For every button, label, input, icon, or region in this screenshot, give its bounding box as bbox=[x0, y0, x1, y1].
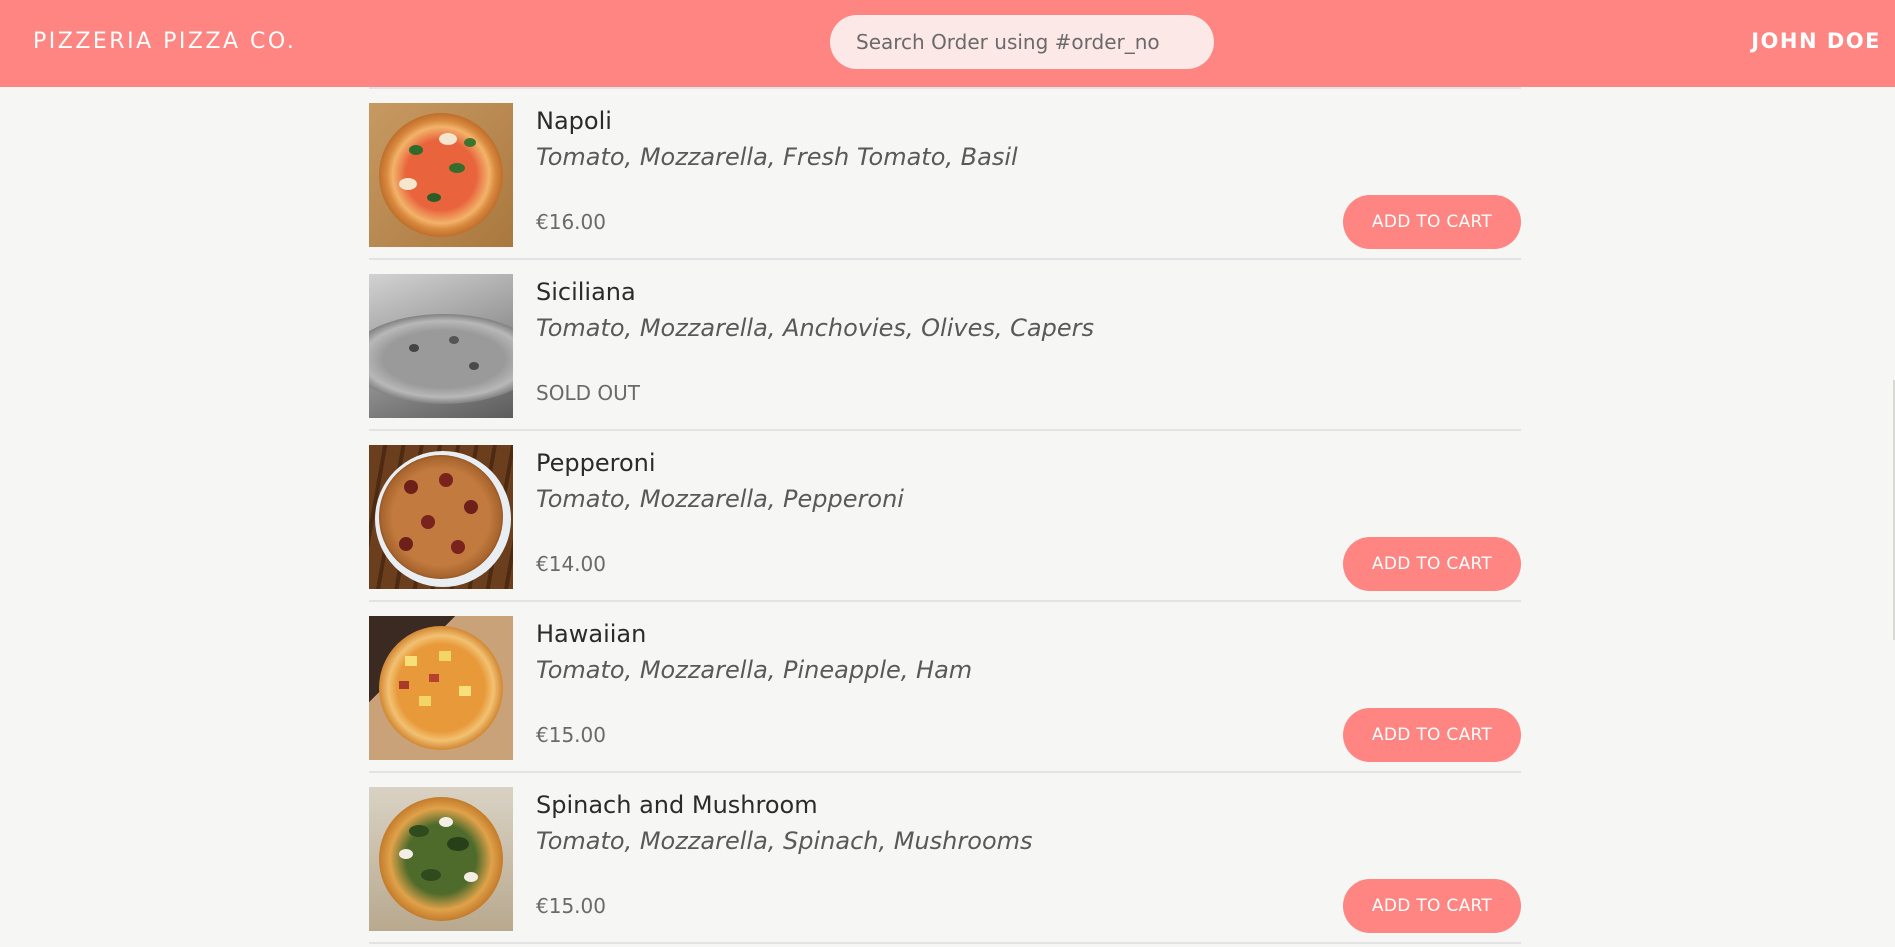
pizza-ingredients: Tomato, Mozzarella, Anchovies, Olives, C… bbox=[536, 314, 1094, 342]
pizza-name: Pepperoni bbox=[536, 449, 656, 477]
pizza-image-siciliana bbox=[369, 274, 513, 418]
menu-item-spinach-and-mushroom: Spinach and Mushroom Tomato, Mozzarella,… bbox=[369, 773, 1521, 942]
pizza-name: Siciliana bbox=[536, 278, 636, 306]
pizza-image-hawaiian bbox=[369, 616, 513, 760]
menu-item-napoli: Napoli Tomato, Mozzarella, Fresh Tomato,… bbox=[369, 89, 1521, 258]
menu-item-pepperoni: Pepperoni Tomato, Mozzarella, Pepperoni … bbox=[369, 431, 1521, 600]
sold-out-label: SOLD OUT bbox=[536, 381, 640, 405]
pizza-image-pepperoni bbox=[369, 445, 513, 589]
pizza-ingredients: Tomato, Mozzarella, Spinach, Mushrooms bbox=[536, 827, 1033, 855]
pizza-name: Spinach and Mushroom bbox=[536, 791, 818, 819]
add-to-cart-button[interactable]: ADD TO CART bbox=[1343, 708, 1521, 762]
pizza-image-spinach-mushroom bbox=[369, 787, 513, 931]
menu-item-hawaiian: Hawaiian Tomato, Mozzarella, Pineapple, … bbox=[369, 602, 1521, 771]
add-to-cart-button[interactable]: ADD TO CART bbox=[1343, 879, 1521, 933]
pizza-menu-list: Napoli Tomato, Mozzarella, Fresh Tomato,… bbox=[369, 87, 1521, 944]
top-navbar: PIZZERIA PIZZA CO. JOHN DOE bbox=[0, 0, 1895, 87]
pizza-ingredients: Tomato, Mozzarella, Fresh Tomato, Basil bbox=[536, 143, 1018, 171]
pizza-price: €16.00 bbox=[536, 210, 606, 234]
divider bbox=[369, 942, 1521, 944]
add-to-cart-button[interactable]: ADD TO CART bbox=[1343, 537, 1521, 591]
pizza-name: Hawaiian bbox=[536, 620, 647, 648]
menu-item-siciliana: Siciliana Tomato, Mozzarella, Anchovies,… bbox=[369, 260, 1521, 429]
pizza-price: €15.00 bbox=[536, 894, 606, 918]
pizza-name: Napoli bbox=[536, 107, 612, 135]
pizza-price: €14.00 bbox=[536, 552, 606, 576]
pizza-price: €15.00 bbox=[536, 723, 606, 747]
order-search-input[interactable] bbox=[854, 29, 1214, 55]
brand-logo[interactable]: PIZZERIA PIZZA CO. bbox=[33, 29, 296, 54]
pizza-ingredients: Tomato, Mozzarella, Pepperoni bbox=[536, 485, 904, 513]
user-menu[interactable]: JOHN DOE bbox=[1751, 29, 1881, 53]
order-search[interactable] bbox=[830, 15, 1214, 69]
add-to-cart-button[interactable]: ADD TO CART bbox=[1343, 195, 1521, 249]
pizza-image-napoli bbox=[369, 103, 513, 247]
pizza-ingredients: Tomato, Mozzarella, Pineapple, Ham bbox=[536, 656, 973, 684]
